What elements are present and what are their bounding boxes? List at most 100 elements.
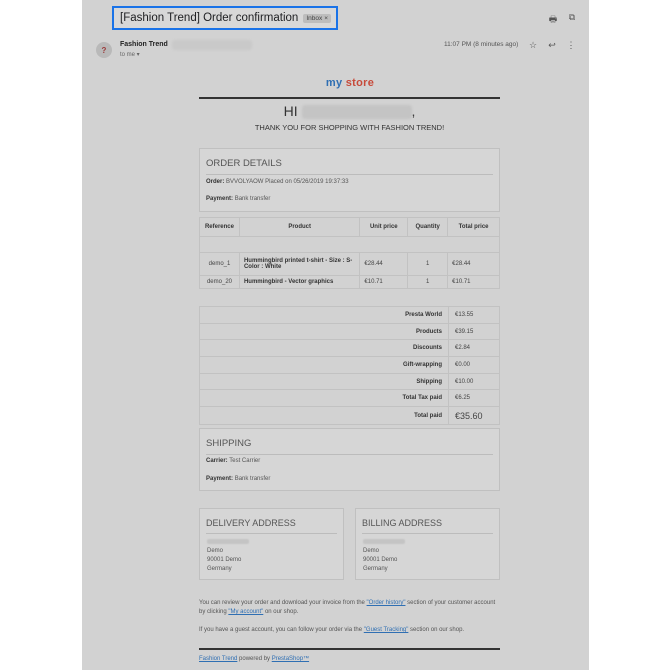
- inbox-label-chip[interactable]: Inbox ×: [303, 13, 332, 23]
- address-line: Demo: [207, 548, 224, 554]
- carrier-value: Test Carrier: [229, 458, 261, 464]
- footer-text: If you have a guest account, you can fol…: [199, 627, 364, 633]
- print-icon[interactable]: 🖶: [548, 12, 558, 28]
- totals-value: €0.00: [448, 356, 500, 374]
- divider: [199, 97, 500, 99]
- address-line: Germany: [207, 566, 232, 572]
- order-value: BVVOLYAOW Placed on 05/26/2019 19:37:33: [226, 179, 349, 185]
- totals-row: Gift-wrapping €0.00: [199, 356, 500, 374]
- close-icon[interactable]: ×: [324, 15, 328, 22]
- table-header-row: Reference Product Unit price Quantity To…: [199, 217, 500, 237]
- row-total: €28.44: [447, 252, 500, 276]
- shipping-payment-value: Bank transfer: [234, 476, 271, 482]
- totals-value: €10.00: [448, 372, 500, 391]
- footer-text: on our shop.: [263, 609, 299, 615]
- more-icon[interactable]: ⋮: [566, 40, 576, 51]
- order-reference-line: Order: BVVOLYAOW Placed on 05/26/2019 19…: [206, 179, 349, 185]
- row-reference: demo_20: [199, 275, 240, 289]
- my-account-link[interactable]: "My account": [228, 609, 263, 615]
- table-row: demo_20 Hummingbird - Vector graphics €1…: [199, 275, 500, 289]
- billing-name-redacted: [363, 539, 405, 544]
- row-product: Hummingbird printed t-shirt - Size : S- …: [238, 252, 361, 276]
- powered-text: powered by: [237, 656, 272, 662]
- delivery-address-box: DELIVERY ADDRESS Demo 90001 Demo Germany: [199, 508, 344, 580]
- billing-address-lines: Demo 90001 Demo Germany: [363, 547, 397, 574]
- totals-row: Total Tax paid €6.25: [199, 389, 500, 408]
- totals-value: €6.25: [448, 389, 500, 408]
- totals-row: Discounts €2.84: [199, 339, 500, 358]
- powered-by: Fashion Trend powered by PrestaShop™: [199, 655, 500, 664]
- address-line: 90001 Demo: [207, 557, 242, 563]
- sender-email-redacted: [172, 40, 252, 50]
- order-items-table: Reference Product Unit price Quantity To…: [199, 217, 500, 289]
- totals-row: Products €39.15: [199, 322, 500, 341]
- col-header-quantity: Quantity: [407, 217, 449, 237]
- recipient-dropdown[interactable]: to me ▾: [120, 51, 140, 58]
- greeting-comma: ,: [411, 103, 416, 119]
- popout-icon[interactable]: ⧉: [567, 12, 577, 28]
- row-unit-price: €10.71: [359, 275, 409, 289]
- greeting-word: HI: [283, 103, 298, 119]
- totals-label: Gift-wrapping: [199, 356, 449, 374]
- row-quantity: 1: [407, 252, 449, 276]
- address-line: Demo: [363, 548, 380, 554]
- address-line: 90001 Demo: [363, 557, 398, 563]
- shop-brand-link[interactable]: Fashion Trend: [199, 656, 237, 662]
- message-time: 11:07 PM (8 minutes ago): [444, 41, 519, 48]
- order-totals-table: Presta World €13.55 Products €39.15 Discou…: [199, 306, 500, 426]
- col-header-total-price: Total price: [447, 217, 500, 237]
- inbox-label: Inbox: [306, 14, 323, 22]
- carrier-line: Carrier: Test Carrier: [206, 458, 260, 464]
- avatar: ?: [96, 42, 112, 58]
- shipping-box: SHIPPING Carrier: Test Carrier Payment: …: [199, 428, 500, 491]
- col-header-reference: Reference: [199, 217, 240, 237]
- row-reference: demo_1: [199, 252, 240, 276]
- shipping-payment-label: Payment:: [206, 476, 234, 482]
- address-line: Germany: [363, 566, 388, 572]
- carrier-label: Carrier:: [206, 458, 228, 464]
- table-row: demo_1 Hummingbird printed t-shirt - Siz…: [199, 252, 500, 276]
- guest-tracking-note: If you have a guest account, you can fol…: [199, 626, 500, 635]
- email-subject: [Fashion Trend] Order confirmation: [120, 12, 299, 24]
- footer-text: You can review your order and download y…: [199, 600, 367, 606]
- header-actions: 🖶 ⧉: [548, 12, 577, 28]
- total-paid-label: Total paid: [199, 406, 449, 426]
- guest-tracking-link[interactable]: "Guest Tracking": [364, 627, 409, 633]
- totals-label: Shipping: [199, 372, 449, 391]
- payment-value: Bank transfer: [234, 196, 271, 202]
- totals-row: Total paid €35.60: [199, 406, 500, 426]
- sender-name: Fashion Trend: [120, 41, 168, 48]
- email-subject-bar: [Fashion Trend] Order confirmation Inbox…: [112, 6, 338, 30]
- logo-text-my: my: [325, 77, 343, 89]
- delivery-address-title: DELIVERY ADDRESS: [206, 509, 337, 534]
- reply-icon[interactable]: ↩: [547, 40, 557, 51]
- order-payment-line: Payment: Bank transfer: [206, 196, 270, 202]
- order-history-note: You can review your order and download y…: [199, 599, 500, 617]
- totals-value: €13.55: [448, 306, 500, 324]
- table-spacer-row: [199, 236, 500, 253]
- totals-row: Shipping €10.00: [199, 372, 500, 391]
- footer-divider: [199, 648, 500, 650]
- totals-value: €39.15: [448, 322, 500, 341]
- total-paid-value: €35.60: [448, 406, 500, 426]
- row-unit-price: €28.44: [359, 252, 409, 276]
- shop-logo[interactable]: my store: [200, 77, 500, 89]
- logo-text-store: store: [345, 77, 375, 89]
- star-icon[interactable]: ☆: [528, 40, 538, 51]
- greeting: HI ,: [199, 103, 500, 120]
- prestashop-link[interactable]: PrestaShop™: [272, 656, 309, 662]
- order-history-link[interactable]: "Order history": [367, 600, 406, 606]
- payment-label: Payment:: [206, 196, 234, 202]
- delivery-address-lines: Demo 90001 Demo Germany: [207, 547, 241, 574]
- totals-row: Presta World €13.55: [199, 306, 500, 324]
- col-header-product: Product: [238, 217, 361, 237]
- row-quantity: 1: [407, 275, 449, 289]
- billing-address-title: BILLING ADDRESS: [362, 509, 493, 534]
- order-details-box: ORDER DETAILS Order: BVVOLYAOW Placed on…: [199, 148, 500, 212]
- totals-label: Total Tax paid: [199, 389, 449, 408]
- totals-label: Presta World: [199, 306, 449, 324]
- totals-label: Discounts: [199, 339, 449, 358]
- message-actions: ☆ ↩ ⋮: [528, 40, 576, 51]
- totals-value: €2.84: [448, 339, 500, 358]
- row-total: €10.71: [447, 275, 500, 289]
